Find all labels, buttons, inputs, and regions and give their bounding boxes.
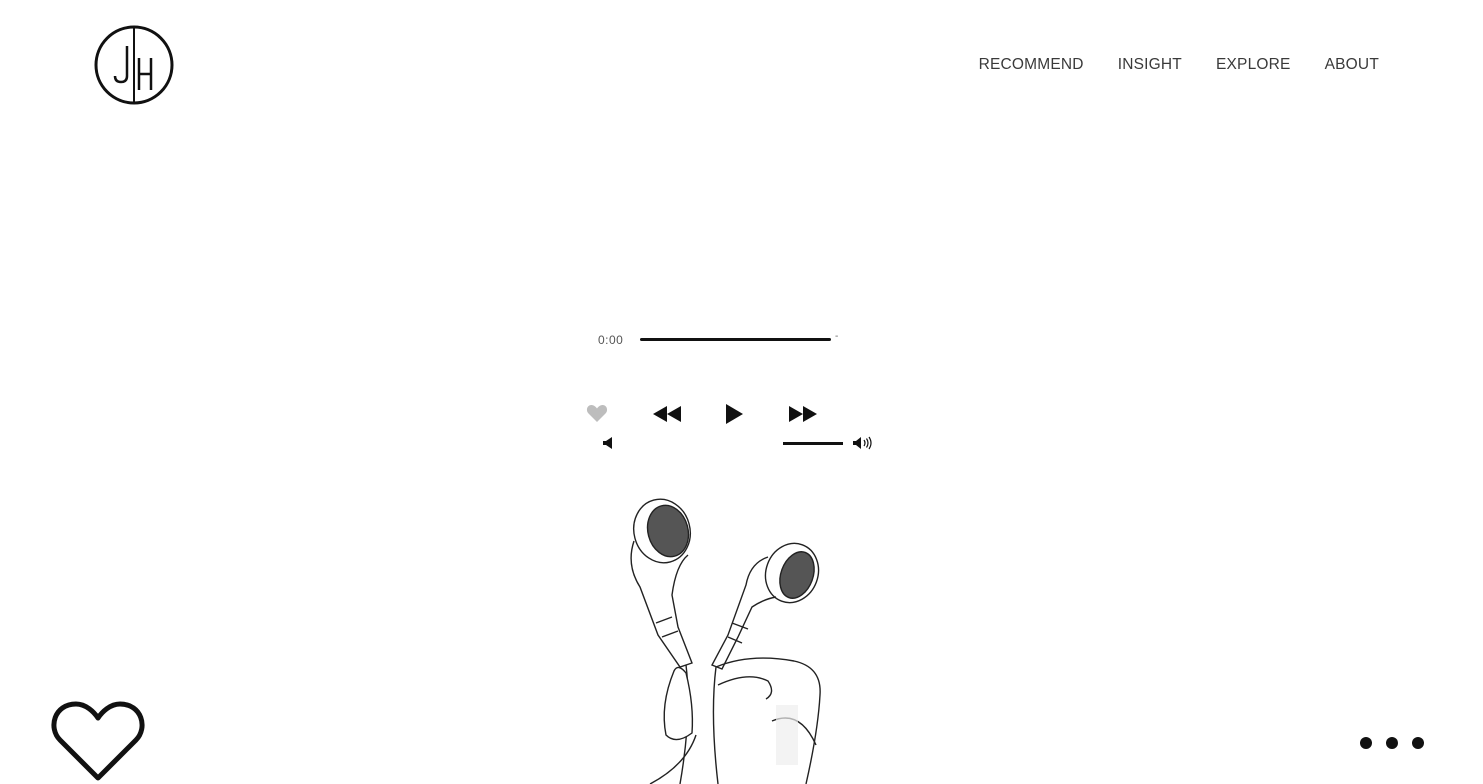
nav-about[interactable]: ABOUT xyxy=(1325,56,1379,74)
volume-mute-icon[interactable] xyxy=(602,436,614,450)
heart-icon[interactable] xyxy=(586,403,608,423)
audio-player: 0:00 - xyxy=(580,325,880,465)
nav-recommend[interactable]: RECOMMEND xyxy=(979,56,1084,74)
more-options-icon[interactable] xyxy=(1356,732,1430,754)
fast-forward-icon[interactable] xyxy=(788,405,818,423)
seek-bar[interactable] xyxy=(640,338,831,341)
nav-insight[interactable]: INSIGHT xyxy=(1118,56,1182,74)
main-nav: RECOMMEND INSIGHT EXPLORE ABOUT xyxy=(979,56,1379,74)
jh-logo[interactable] xyxy=(93,24,175,106)
rewind-icon[interactable] xyxy=(652,405,682,423)
current-time: 0:00 xyxy=(598,333,624,347)
favorite-heart-icon[interactable] xyxy=(50,698,146,782)
nav-explore[interactable]: EXPLORE xyxy=(1216,56,1291,74)
earphones-illustration xyxy=(630,498,821,784)
volume-slider[interactable] xyxy=(783,442,843,445)
duration: - xyxy=(835,331,839,342)
volume-max-icon[interactable] xyxy=(852,435,872,451)
play-icon[interactable] xyxy=(724,403,744,425)
